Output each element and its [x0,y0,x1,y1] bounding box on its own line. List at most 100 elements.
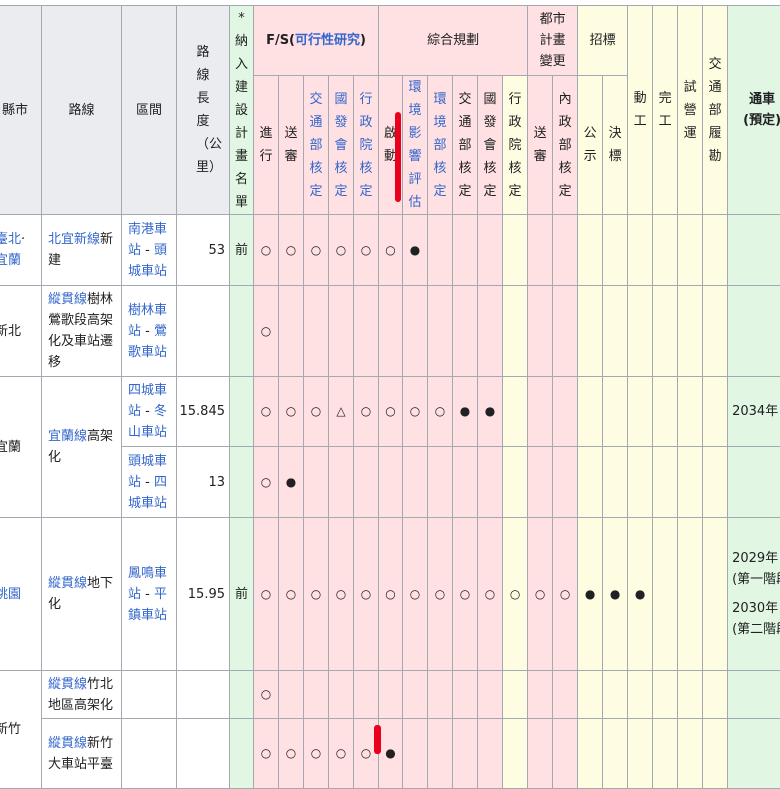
header-start: 動工 [627,5,654,215]
status-cell: ○ [303,517,329,671]
county-cell: 宜蘭 [0,376,42,518]
header-plan-epa: 環境部核定 [427,75,454,215]
status-cell: ● [278,446,304,518]
status-cell: ● [452,376,479,447]
red-annotation-mark [374,725,381,754]
length-cell: 15.95 [176,517,230,671]
status-cell: ○ [378,517,404,671]
status-cell: ○ [452,517,479,671]
header-tender-award: 決標 [602,75,629,215]
header-fs-ey: 行政院核定 [352,75,380,215]
status-cell: ● [627,517,654,671]
status-cell: ○ [352,517,380,671]
status-cell: ○ [527,517,554,671]
route-link[interactable]: 宜蘭線 [48,429,87,444]
status-cell: ○ [278,517,304,671]
table-row: 新北 縱貫線樹林鶯歌段高架化及車站遷移 樹林車站 - 鶯歌車站 ○ [0,285,780,377]
route-link[interactable]: 縱貫線 [48,736,87,751]
status-cell: ○ [303,376,329,447]
county-cell: 臺北·宜蘭 [0,214,42,286]
header-finish: 完工 [652,5,679,215]
status-cell: ● [577,517,604,671]
route-link[interactable]: 縱貫線 [48,677,87,692]
open-year-cell: 2029年(第一階段) 2030年(第二階段) [727,517,780,671]
route-cell: 北宜新線新建 [41,214,122,286]
header-county: 縣市 [0,5,42,215]
segment-cell: 鳳鳴車站 - 平鎮車站 [121,517,177,671]
header-plan-motc: 交通部核定 [452,75,479,215]
status-cell: ○ [328,517,354,671]
status-cell: ○ [352,214,380,286]
route-cell: 縱貫線竹北地區高架化 [41,670,122,719]
status-cell: ○ [402,517,429,671]
header-plan-eia: 環境影響評估 [402,75,429,215]
header-segment: 區間 [121,5,177,215]
header-trial: 試營運 [677,5,704,215]
header-fs-ndc: 國發會核定 [328,75,354,215]
status-cell: ● [477,376,504,447]
county-cell: 新竹 [0,670,42,789]
route-link[interactable]: 縱貫線 [48,292,87,307]
status-cell: ○ [253,285,279,377]
route-cell: 縱貫線樹林鶯歌段高架化及車站遷移 [41,285,122,377]
header-urban-submit: 送審 [527,75,554,215]
county-cell: 新北 [0,285,42,377]
segment-cell: 樹林車站 - 鶯歌車站 [121,285,177,377]
status-cell: ○ [253,446,279,518]
status-cell: ○ [378,214,404,286]
fs-link[interactable]: 可行性研究 [295,33,360,48]
length-cell: 15.845 [176,376,230,447]
status-cell: ○ [378,376,404,447]
header-tender-announce: 公示 [577,75,604,215]
table-row: 宜蘭 宜蘭線高架化 四城車站 - 冬山車站 15.845 ○ ○ ○ △ ○ ○… [0,376,780,518]
status-cell: ○ [427,376,454,447]
route-cell: 縱貫線地下化 [41,517,122,671]
status-cell: ○ [328,214,354,286]
status-cell: ○ [253,214,279,286]
county-link[interactable]: 臺北 [0,232,21,247]
status-cell: △ [328,376,354,447]
header-fs-group: F/S(可行性研究) [252,5,380,76]
segment-cell: 南港車站 - 頭城車站 [121,214,177,286]
header-tender-group: 招標 [577,5,629,76]
header-listed: *納入建設計畫名單 [229,5,254,215]
status-cell: ○ [352,376,380,447]
route-cell: 宜蘭線高架化 [41,376,122,518]
header-fs-proceed: 進行 [253,75,279,215]
header-plan-ndc: 國發會核定 [477,75,504,215]
status-cell: ○ [278,214,304,286]
route-link[interactable]: 北宜新線 [48,232,100,247]
status-cell: ○ [278,376,304,447]
red-annotation-mark [395,112,401,202]
county-link[interactable]: 宜蘭 [0,253,21,268]
length-cell: 13 [176,446,230,518]
route-link[interactable]: 縱貫線 [48,576,87,591]
table-row: 臺北·宜蘭 北宜新線新建 南港車站 - 頭城車站 53 前 ○ ○ ○ ○ ○ … [0,214,780,286]
status-cell: ○ [402,376,429,447]
table-row: 桃園 縱貫線地下化 鳳鳴車站 - 平鎮車站 15.95 前 ○ ○ ○ ○ ○ … [0,517,780,671]
open-year-cell: 2034年 [727,376,780,447]
header-length: 路線長度（公里） [176,5,230,215]
county-link[interactable]: 桃園 [0,587,21,602]
segment-cell: 頭城車站 - 四城車站 [121,446,177,518]
project-progress-table: 縣市 路線 區間 路線長度（公里） *納入建設計畫名單 F/S(可行性研究) 綜… [0,5,780,789]
county-cell: 桃園 [0,517,42,671]
length-cell: 53 [176,214,230,286]
header-fs-motc: 交通部核定 [303,75,329,215]
status-cell: ○ [253,376,279,447]
segment-cell: 四城車站 - 冬山車站 [121,376,177,447]
listed-cell: 前 [229,214,254,286]
header-urban-moi: 內政部核定 [552,75,579,215]
status-cell: ● [402,214,429,286]
status-cell: ● [602,517,629,671]
status-cell: ○ [477,517,504,671]
header-route: 路線 [41,5,122,215]
status-cell: ○ [303,214,329,286]
header-inspect: 交通部履勘 [702,5,729,215]
status-cell: ○ [552,517,579,671]
status-cell: ○ [253,670,279,719]
status-cell: ○ [502,517,529,671]
status-cell: ○ [427,517,454,671]
header-open: 通車(預定) [727,5,780,215]
header-plan-group: 綜合規劃 [378,5,529,76]
